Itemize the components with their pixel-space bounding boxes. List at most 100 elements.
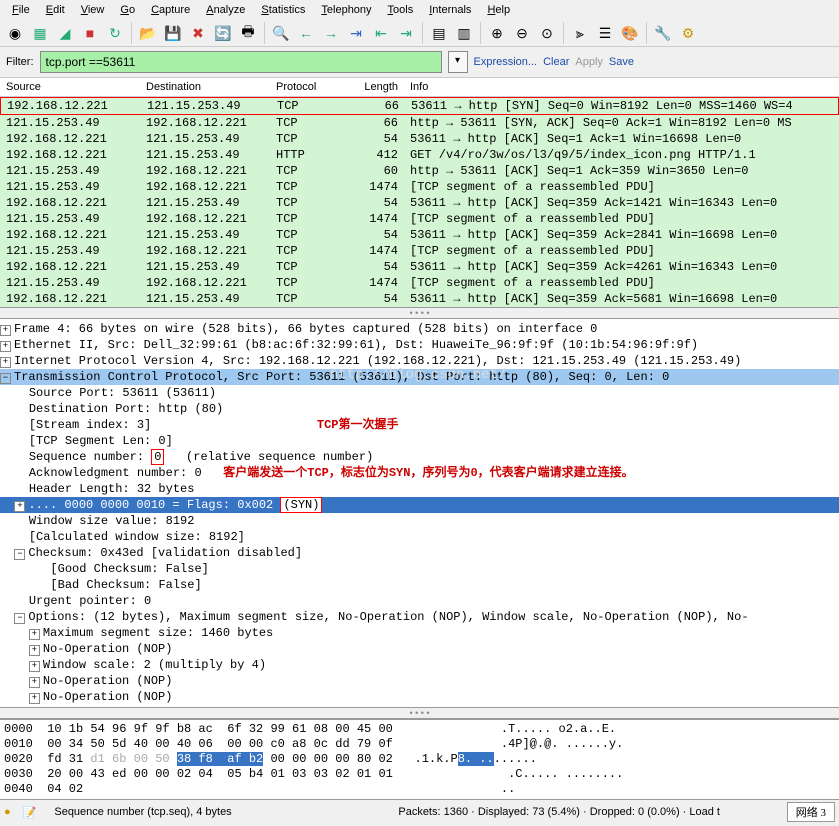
tb-start-icon[interactable]: ◢ bbox=[54, 22, 76, 44]
packet-row[interactable]: 192.168.12.221121.15.253.49TCP5453611 → … bbox=[0, 227, 839, 243]
status-tab[interactable]: 网络 3 bbox=[787, 802, 835, 822]
tree-nop3[interactable]: +No-Operation (NOP) bbox=[0, 689, 839, 705]
tree-stream[interactable]: [Stream index: 3] TCP第一次握手 bbox=[0, 417, 839, 433]
expert-icon[interactable]: 📝 bbox=[23, 806, 37, 819]
tree-hdrlen[interactable]: Header Length: 32 bytes bbox=[0, 481, 839, 497]
hex-row[interactable]: 0020 fd 31 d1 6b 00 50 38 f8 af b2 00 00… bbox=[4, 752, 835, 767]
tb-reload-icon[interactable]: 🔄 bbox=[212, 22, 234, 44]
tb-colorize-icon[interactable]: ▤ bbox=[428, 22, 450, 44]
packet-row[interactable]: 121.15.253.49192.168.12.221TCP1474[TCP s… bbox=[0, 275, 839, 291]
tb-zoomout-icon[interactable]: ⊖ bbox=[511, 22, 533, 44]
tree-checksum[interactable]: −Checksum: 0x43ed [validation disabled] bbox=[0, 545, 839, 561]
tb-autoscroll-icon[interactable]: ▥ bbox=[453, 22, 475, 44]
filter-label: Filter: bbox=[6, 56, 34, 68]
col-length[interactable]: Length bbox=[342, 81, 404, 93]
expression-link[interactable]: Expression... bbox=[474, 56, 538, 68]
splitter2[interactable]: • • • • bbox=[0, 707, 839, 719]
col-info[interactable]: Info bbox=[404, 81, 839, 93]
menu-statistics[interactable]: Statistics bbox=[253, 2, 313, 18]
hex-row[interactable]: 0030 20 00 43 ed 00 00 02 04 05 b4 01 03… bbox=[4, 767, 835, 782]
menu-analyze[interactable]: Analyze bbox=[198, 2, 253, 18]
tree-win[interactable]: Window size value: 8192 bbox=[0, 513, 839, 529]
tb-close-icon[interactable]: ✖ bbox=[187, 22, 209, 44]
apply-link[interactable]: Apply bbox=[575, 56, 603, 68]
menu-go[interactable]: Go bbox=[112, 2, 143, 18]
tb-prefs-icon[interactable]: 🔧 bbox=[652, 22, 674, 44]
tree-ack[interactable]: Acknowledgment number: 0 客户端发送一个TCP，标志位为… bbox=[0, 465, 839, 481]
menu-help[interactable]: Help bbox=[479, 2, 518, 18]
tree-mss[interactable]: +Maximum segment size: 1460 bytes bbox=[0, 625, 839, 641]
packet-row[interactable]: 121.15.253.49192.168.12.221TCP1474[TCP s… bbox=[0, 243, 839, 259]
tb-print-icon[interactable]: 🖶 bbox=[237, 22, 259, 44]
tb-save-icon[interactable]: 💾 bbox=[162, 22, 184, 44]
packet-row[interactable]: 121.15.253.49192.168.12.221TCP1474[TCP s… bbox=[0, 179, 839, 195]
tb-restart-icon[interactable]: ↻ bbox=[104, 22, 126, 44]
tree-ethernet[interactable]: +Ethernet II, Src: Dell_32:99:61 (b8:ac:… bbox=[0, 337, 839, 353]
packet-row[interactable]: 192.168.12.221121.15.253.49TCP5453611 → … bbox=[0, 131, 839, 147]
packet-row[interactable]: 192.168.12.221121.15.253.49TCP6653611 → … bbox=[0, 97, 839, 115]
annotation-title: TCP第一次握手 bbox=[317, 418, 399, 432]
tb-filter-icon[interactable]: ☰ bbox=[594, 22, 616, 44]
filter-input[interactable]: tcp.port ==53611 bbox=[40, 51, 442, 73]
tree-nop1[interactable]: +No-Operation (NOP) bbox=[0, 641, 839, 657]
tree-calcwin[interactable]: [Calculated window size: 8192] bbox=[0, 529, 839, 545]
tb-open-icon[interactable]: 📂 bbox=[137, 22, 159, 44]
clear-link[interactable]: Clear bbox=[543, 56, 569, 68]
tree-ip[interactable]: +Internet Protocol Version 4, Src: 192.1… bbox=[0, 353, 839, 369]
tb-color-icon[interactable]: 🎨 bbox=[619, 22, 641, 44]
tree-seglen[interactable]: [TCP Segment Len: 0] bbox=[0, 433, 839, 449]
tree-urg[interactable]: Urgent pointer: 0 bbox=[0, 593, 839, 609]
tb-stop-icon[interactable]: ■ bbox=[79, 22, 101, 44]
tree-nop2[interactable]: +No-Operation (NOP) bbox=[0, 673, 839, 689]
filter-dropdown[interactable]: ▾ bbox=[448, 51, 468, 73]
hex-row[interactable]: 0010 00 34 50 5d 40 00 40 06 00 00 c0 a8… bbox=[4, 737, 835, 752]
packet-row[interactable]: 121.15.253.49192.168.12.221TCP1474[TCP s… bbox=[0, 211, 839, 227]
tb-last-icon[interactable]: ⇥ bbox=[395, 22, 417, 44]
menu-capture[interactable]: Capture bbox=[143, 2, 198, 18]
status-field: Sequence number (tcp.seq), 4 bytes bbox=[48, 805, 380, 819]
tree-flags[interactable]: +.... 0000 0000 0010 = Flags: 0x002 (SYN… bbox=[0, 497, 839, 513]
menu-edit[interactable]: Edit bbox=[38, 2, 73, 18]
tb-first-icon[interactable]: ⇤ bbox=[370, 22, 392, 44]
tb-find-icon[interactable]: 🔍 bbox=[270, 22, 292, 44]
syn-highlight: (SYN) bbox=[280, 497, 322, 513]
menu-file[interactable]: File bbox=[4, 2, 38, 18]
tree-frame[interactable]: +Frame 4: 66 bytes on wire (528 bits), 6… bbox=[0, 321, 839, 337]
menu-internals[interactable]: Internals bbox=[421, 2, 479, 18]
packet-row[interactable]: 192.168.12.221121.15.253.49TCP5453611 → … bbox=[0, 291, 839, 307]
menu-telephony[interactable]: Telephony bbox=[313, 2, 379, 18]
tb-zoomin-icon[interactable]: ⊕ bbox=[486, 22, 508, 44]
packet-row[interactable]: 121.15.253.49192.168.12.221TCP60http → 5… bbox=[0, 163, 839, 179]
col-destination[interactable]: Destination bbox=[140, 81, 270, 93]
col-source[interactable]: Source bbox=[0, 81, 140, 93]
tree-seq[interactable]: Sequence number: 0 (relative sequence nu… bbox=[0, 449, 839, 465]
packet-row[interactable]: 192.168.12.221121.15.253.49HTTP412GET /v… bbox=[0, 147, 839, 163]
tb-help-icon[interactable]: ⚙ bbox=[677, 22, 699, 44]
tb-goto-icon[interactable]: ⇥ bbox=[345, 22, 367, 44]
menu-tools[interactable]: Tools bbox=[380, 2, 422, 18]
tree-wscale[interactable]: +Window scale: 2 (multiply by 4) bbox=[0, 657, 839, 673]
hex-row[interactable]: 0040 04 02 .. bbox=[4, 782, 835, 797]
hex-pane[interactable]: 0000 10 1b 54 96 9f 9f b8 ac 6f 32 99 61… bbox=[0, 719, 839, 799]
splitter[interactable]: • • • • bbox=[0, 307, 839, 319]
tree-dstport[interactable]: Destination Port: http (80) bbox=[0, 401, 839, 417]
tree-options[interactable]: −Options: (12 bytes), Maximum segment si… bbox=[0, 609, 839, 625]
col-protocol[interactable]: Protocol bbox=[270, 81, 342, 93]
tb-options-icon[interactable]: ▦ bbox=[29, 22, 51, 44]
packet-row[interactable]: 192.168.12.221121.15.253.49TCP5453611 → … bbox=[0, 259, 839, 275]
packet-row[interactable]: 192.168.12.221121.15.253.49TCP5453611 → … bbox=[0, 195, 839, 211]
tb-prev-icon[interactable]: ← bbox=[295, 22, 317, 44]
tree-srcport[interactable]: Source Port: 53611 (53611) bbox=[0, 385, 839, 401]
tb-zoom100-icon[interactable]: ⊙ bbox=[536, 22, 558, 44]
tree-tcp[interactable]: −Transmission Control Protocol, Src Port… bbox=[0, 369, 839, 385]
save-link[interactable]: Save bbox=[609, 56, 634, 68]
packet-row[interactable]: 121.15.253.49192.168.12.221TCP66http → 5… bbox=[0, 115, 839, 131]
statusbar: ● 📝 Sequence number (tcp.seq), 4 bytes P… bbox=[0, 799, 839, 824]
tb-interfaces-icon[interactable]: ◉ bbox=[4, 22, 26, 44]
tree-badck[interactable]: [Bad Checksum: False] bbox=[0, 577, 839, 593]
tb-next-icon[interactable]: → bbox=[320, 22, 342, 44]
menu-view[interactable]: View bbox=[73, 2, 113, 18]
tree-goodck[interactable]: [Good Checksum: False] bbox=[0, 561, 839, 577]
tb-resize-icon[interactable]: ⫸ bbox=[569, 22, 591, 44]
hex-row[interactable]: 0000 10 1b 54 96 9f 9f b8 ac 6f 32 99 61… bbox=[4, 722, 835, 737]
